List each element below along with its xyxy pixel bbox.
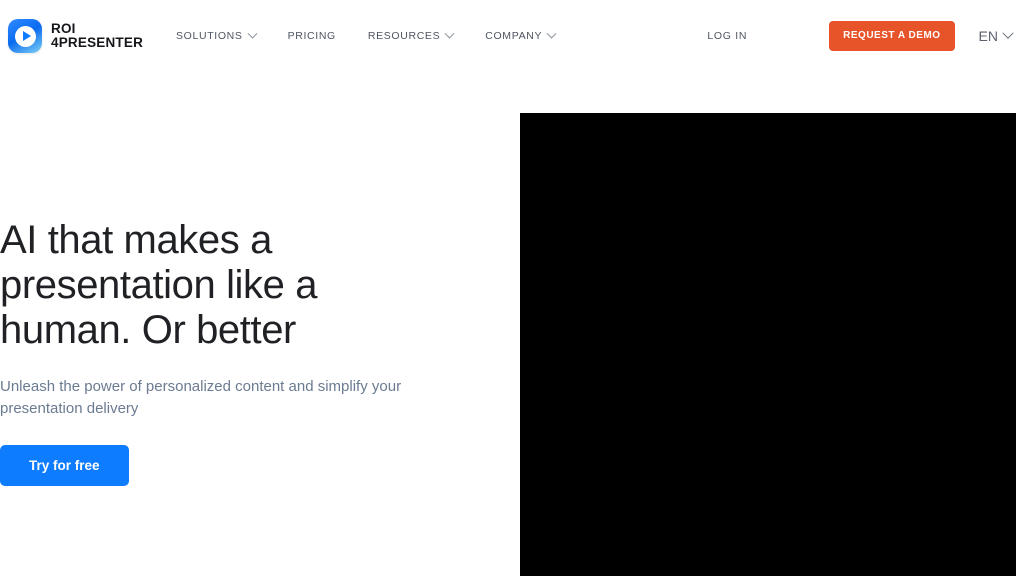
language-current-label: EN: [978, 28, 998, 44]
hero-content: AI that makes a presentation like a huma…: [0, 218, 500, 487]
primary-navigation: SOLUTIONS PRICING RESOURCES COMPANY: [176, 28, 557, 42]
landing-page: ROI 4PRESENTER SOLUTIONS PRICING RESOURC…: [0, 0, 1024, 576]
language-selector[interactable]: EN: [978, 27, 1014, 44]
nav-item-label: SOLUTIONS: [176, 30, 243, 42]
nav-item-label: PRICING: [287, 30, 336, 42]
brand-wordmark: ROI 4PRESENTER: [51, 22, 143, 50]
chevron-down-icon: [247, 28, 258, 39]
header-actions: LOG IN REQUEST A DEMO EN: [707, 0, 1014, 72]
play-button-logo-icon: [8, 19, 42, 53]
hero-subheadline: Unleash the power of personalized conten…: [0, 378, 402, 417]
site-header: ROI 4PRESENTER SOLUTIONS PRICING RESOURC…: [0, 0, 1024, 72]
try-for-free-button[interactable]: Try for free: [0, 444, 129, 487]
chevron-down-icon: [1002, 27, 1014, 39]
nav-item-resources[interactable]: RESOURCES: [367, 28, 455, 42]
chevron-down-icon: [444, 28, 455, 39]
chevron-down-icon: [546, 28, 557, 39]
brand-logo-link[interactable]: ROI 4PRESENTER: [8, 19, 143, 53]
nav-item-pricing[interactable]: PRICING: [288, 30, 336, 42]
hero-headline: AI that makes a presentation like a huma…: [0, 218, 318, 352]
request-demo-button[interactable]: REQUEST A DEMO: [829, 21, 955, 51]
nav-item-label: COMPANY: [485, 30, 543, 42]
brand-line-1: ROI: [51, 21, 76, 37]
logo-disc: [14, 25, 36, 47]
nav-item-label: RESOURCES: [367, 30, 441, 42]
play-triangle-icon: [22, 31, 31, 41]
nav-item-company[interactable]: COMPANY: [485, 28, 557, 42]
nav-item-solutions[interactable]: SOLUTIONS: [176, 28, 258, 42]
brand-line-2: 4PRESENTER: [51, 35, 144, 50]
hero-video-player[interactable]: [520, 113, 1016, 576]
login-link[interactable]: LOG IN: [707, 30, 747, 42]
